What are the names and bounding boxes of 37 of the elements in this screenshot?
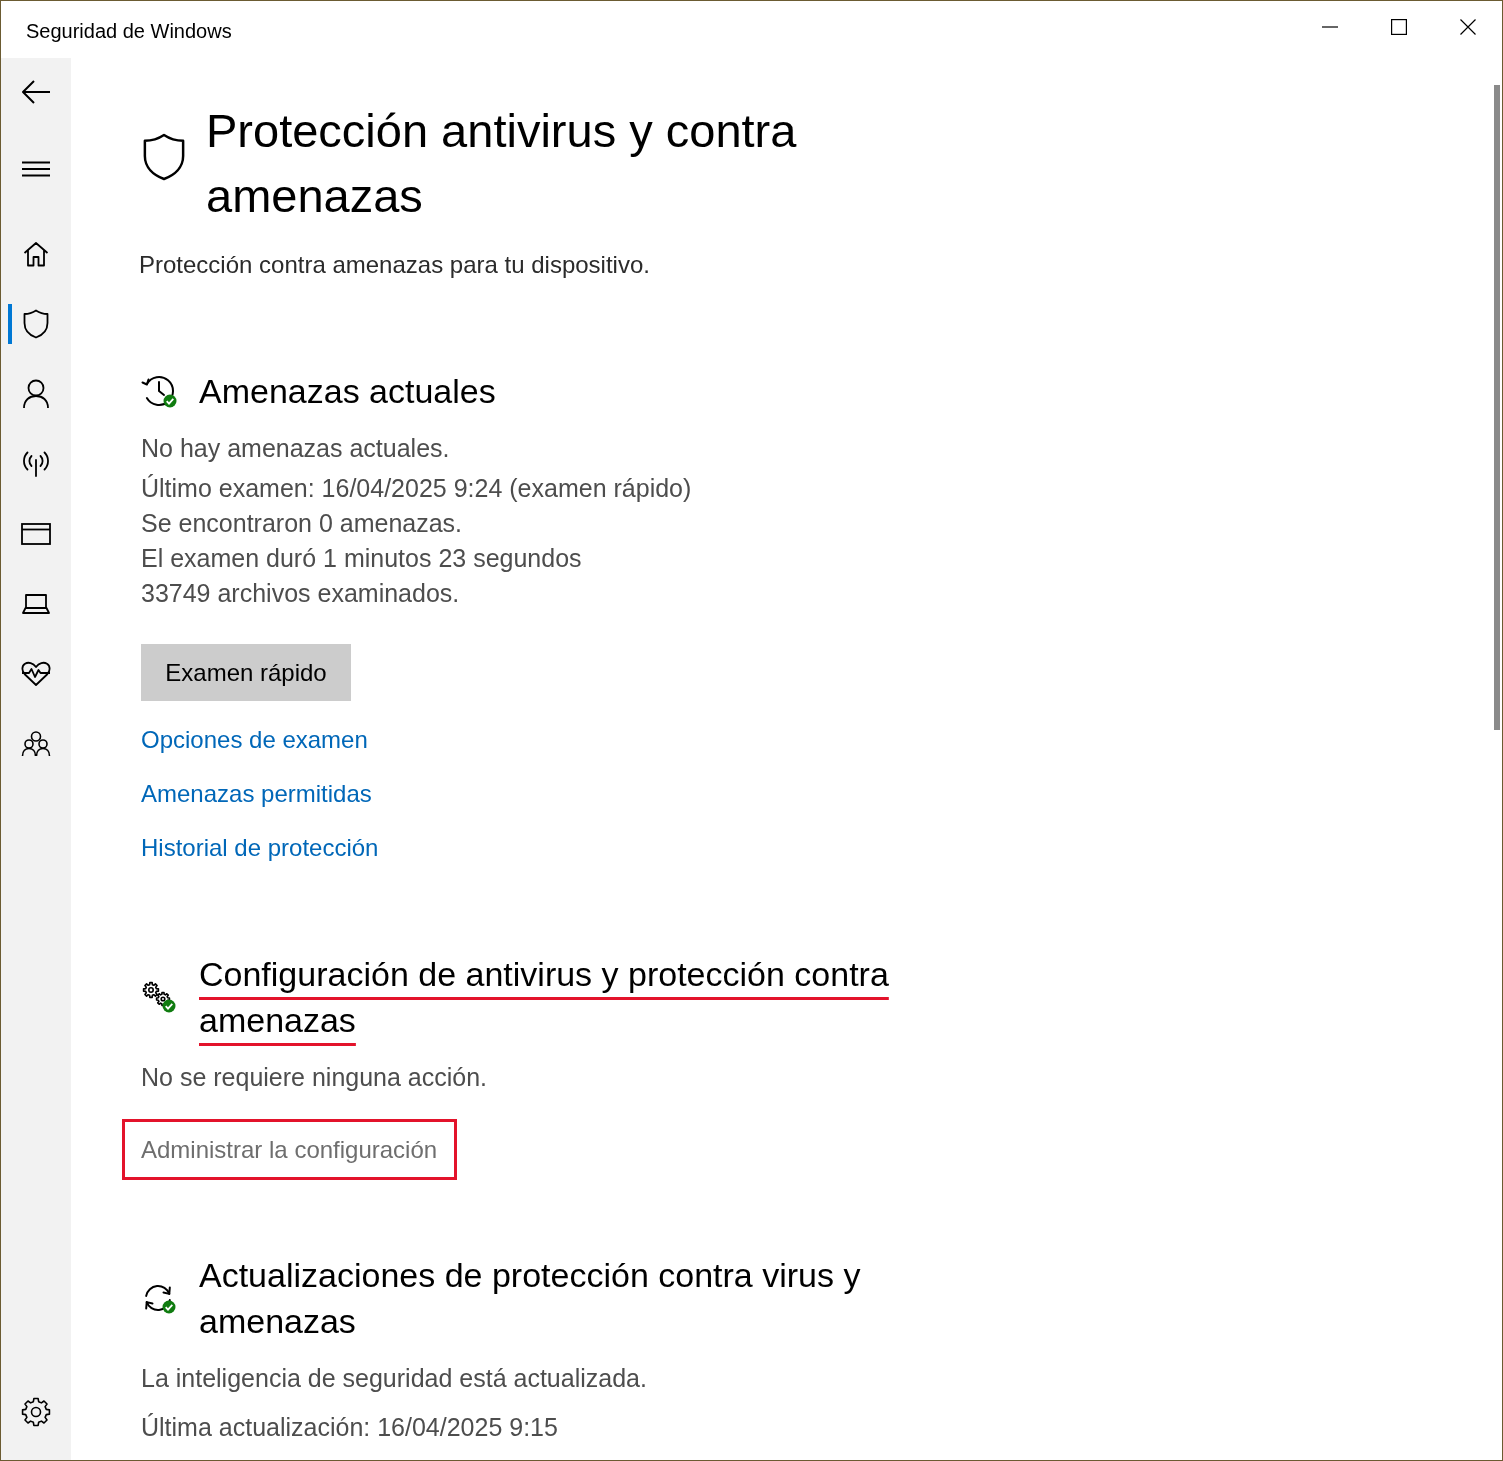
family-icon	[21, 731, 51, 757]
shield-icon	[142, 133, 186, 181]
menu-icon	[22, 161, 50, 177]
person-icon	[23, 379, 49, 409]
laptop-icon	[22, 594, 50, 614]
status-text: No se requiere ninguna acción.	[141, 1062, 488, 1093]
status-text: No hay amenazas actuales.	[141, 433, 450, 464]
detail-text: Última actualización: 16/04/2025 9:15	[141, 1412, 558, 1443]
link[interactable]: Administrar la configuración	[141, 1134, 438, 1165]
history-check-icon	[141, 374, 177, 408]
link[interactable]: Amenazas permitidas	[141, 779, 372, 809]
close-icon	[1459, 19, 1476, 35]
section-heading: Amenazas actuales	[199, 371, 496, 412]
link[interactable]: Opciones de examen	[141, 725, 368, 755]
settings-icon	[21, 1397, 51, 1427]
detail-text: Último examen: 16/04/2025 9:24 (examen rápido)	[141, 473, 692, 504]
detail-text: El examen duró 1 minutos 23 segundos	[141, 543, 582, 574]
detail-text: 33749 archivos examinados.	[141, 578, 460, 609]
status-text: La inteligencia de seguridad está actualizada.	[141, 1363, 647, 1394]
antenna-icon	[22, 451, 50, 477]
gears-check-icon	[141, 980, 177, 1014]
detail-text: Se encontraron 0 amenazas.	[141, 508, 463, 539]
heart-pulse-icon	[21, 661, 51, 687]
back-arrow-icon	[21, 79, 51, 105]
window-title: Seguridad de Windows	[26, 19, 232, 43]
minimize-icon	[1321, 26, 1338, 28]
link[interactable]: Historial de protección	[141, 833, 379, 863]
section-heading: Configuración de antivirus y protección contra amenazas	[199, 954, 890, 1041]
browser-window-icon	[21, 523, 51, 545]
home-icon	[23, 241, 49, 267]
scan-button[interactable]: Examen rápido	[141, 644, 351, 701]
page-subtitle: Protección contra amenazas para tu dispositivo.	[139, 250, 650, 280]
section-heading: Actualizaciones de protección contra virus y amenazas	[199, 1255, 862, 1342]
shield-icon	[23, 309, 49, 339]
page-title: Protección antivirus y contra amenazas	[206, 103, 798, 224]
maximize-icon	[1390, 19, 1407, 35]
scrollbar-thumb[interactable]	[1494, 85, 1500, 730]
